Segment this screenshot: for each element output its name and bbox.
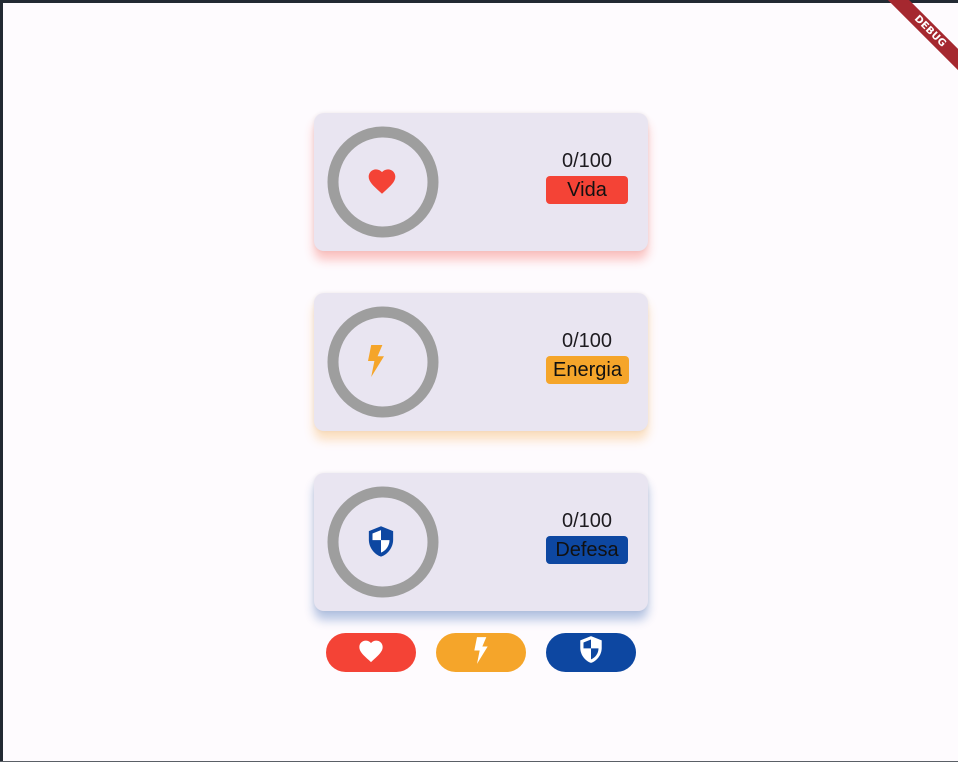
shield-icon <box>366 525 400 559</box>
stat-card-defesa: 0/100 Defesa <box>314 473 648 611</box>
stat-label-energia: Energia <box>546 356 629 384</box>
stat-label-defesa: Defesa <box>546 536 628 564</box>
stat-info-energia: 0/100 Energia <box>546 329 629 384</box>
stat-value-vida: 0/100 <box>561 150 613 172</box>
stat-info-defesa: 0/100 Defesa <box>546 509 628 564</box>
add-energia-button[interactable] <box>436 633 526 672</box>
window-top-border <box>0 0 958 3</box>
progress-ring-energia <box>327 306 439 418</box>
stat-value-defesa: 0/100 <box>561 510 613 532</box>
stat-info-vida: 0/100 Vida <box>546 149 628 204</box>
bolt-icon <box>473 636 489 669</box>
shield-icon <box>578 635 604 670</box>
heart-icon <box>357 637 385 668</box>
stat-card-vida: 0/100 Vida <box>314 113 648 251</box>
stat-card-energia: 0/100 Energia <box>314 293 648 431</box>
add-defesa-button[interactable] <box>546 633 636 672</box>
debug-banner-label: DEBUG <box>882 0 958 80</box>
stat-value-energia: 0/100 <box>561 330 613 352</box>
progress-ring-vida <box>327 126 439 238</box>
progress-ring-defesa <box>327 486 439 598</box>
window-left-border <box>0 0 3 762</box>
add-vida-button[interactable] <box>326 633 416 672</box>
heart-icon <box>366 165 400 199</box>
debug-banner: DEBUG <box>878 0 958 80</box>
bolt-icon <box>366 345 400 379</box>
stat-label-vida: Vida <box>546 176 628 204</box>
